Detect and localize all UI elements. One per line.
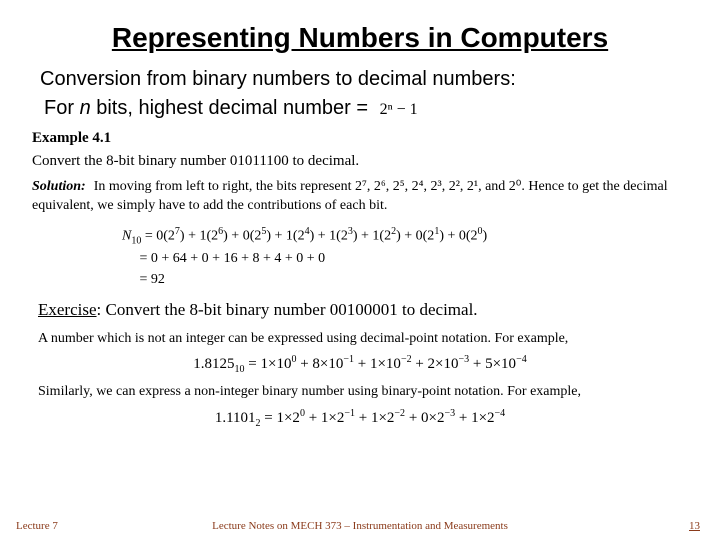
example-block: Example 4.1 Convert the 8-bit binary num… (32, 130, 688, 290)
footer-page-number: 13 (689, 520, 700, 532)
solution-label: Solution: (32, 179, 86, 194)
intro-text: Conversion from binary numbers to decima… (40, 68, 690, 91)
eq-decimal-expansion: 1.812510 = 1×100 + 8×10−1 + 1×10−2 + 2×1… (30, 354, 690, 375)
slide-footer: Lecture 7 Lecture Notes on MECH 373 – In… (0, 520, 720, 532)
formula-line: For n bits, highest decimal number = 2ⁿ … (44, 97, 690, 120)
example-prompt: Convert the 8-bit binary number 01011100… (32, 153, 688, 170)
exercise-line: Exercise: Convert the 8-bit binary numbe… (38, 300, 690, 320)
formula-math: 2ⁿ − 1 (380, 101, 418, 118)
paragraph-binary-point: Similarly, we can express a non-integer … (38, 383, 690, 401)
exercise-label: Exercise (38, 300, 97, 319)
equation-block: N10 = 0(27) + 1(26) + 0(25) + 1(24) + 1(… (122, 224, 688, 290)
paragraph-decimal-point: A number which is not an integer can be … (38, 330, 690, 348)
footer-course: Lecture Notes on MECH 373 – Instrumentat… (0, 520, 720, 532)
formula-n: n (80, 97, 91, 119)
eq-binary-expansion: 1.11012 = 1×20 + 1×2−1 + 1×2−2 + 0×2−3 +… (30, 408, 690, 429)
eq-line-3: = 92 (122, 269, 688, 290)
example-label: Example 4.1 (32, 130, 688, 147)
formula-prefix: For (44, 97, 80, 119)
eq-line-2: = 0 + 64 + 0 + 16 + 8 + 4 + 0 + 0 (122, 248, 688, 269)
exercise-text: : Convert the 8-bit binary number 001000… (97, 300, 478, 319)
slide-content: Representing Numbers in Computers Conver… (0, 0, 720, 429)
eq-line-1: N10 = 0(27) + 1(26) + 0(25) + 1(24) + 1(… (122, 224, 688, 248)
example-solution: Solution:In moving from left to right, t… (32, 178, 688, 216)
page-title: Representing Numbers in Computers (30, 22, 690, 54)
solution-text: In moving from left to right, the bits r… (32, 179, 668, 213)
footer-lecture: Lecture 7 (16, 520, 58, 532)
formula-mid: bits, highest decimal number = (91, 97, 374, 119)
